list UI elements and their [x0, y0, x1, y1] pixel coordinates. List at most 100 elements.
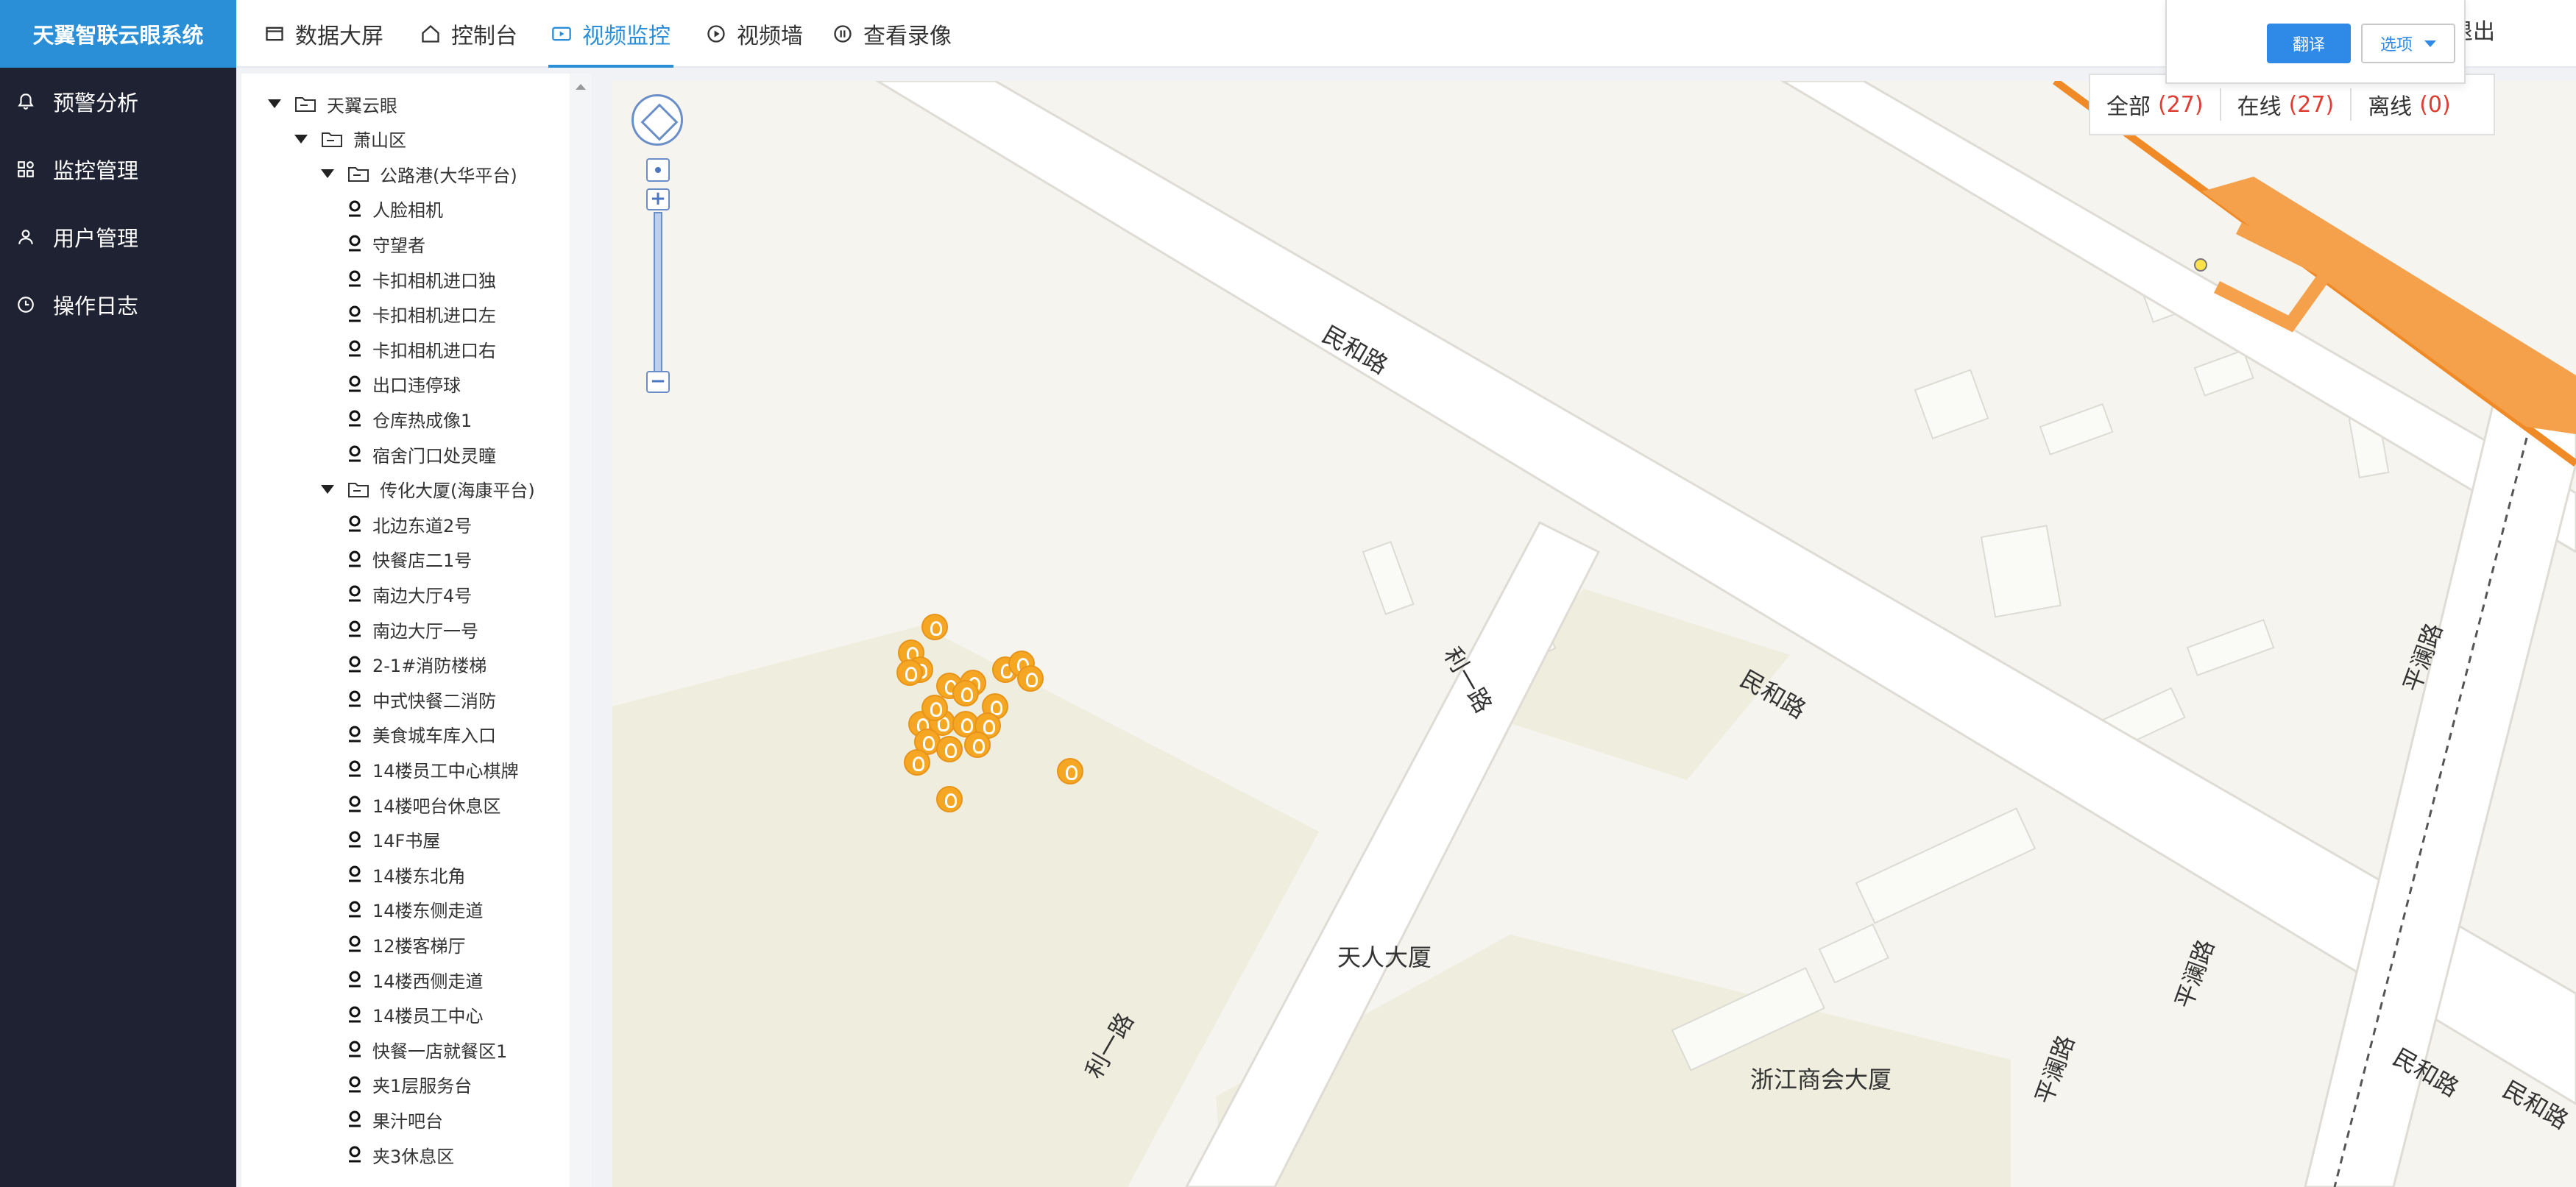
tree-node-label: 出口违停球: [372, 375, 461, 397]
tree-node-camera[interactable]: 守望者: [347, 229, 425, 258]
tree-node-label: 14楼员工中心: [372, 1006, 484, 1027]
tree-node-camera[interactable]: 快餐一店就餐区1: [347, 1035, 507, 1064]
nav-item-monitor-management[interactable]: 监控管理: [0, 135, 236, 203]
scroll-up-icon[interactable]: [576, 84, 586, 90]
tab-label: 控制台: [451, 24, 517, 49]
nav-item-operation-log[interactable]: 操作日志: [0, 271, 236, 339]
stat-count: (27): [2158, 91, 2204, 118]
camera-marker-icon[interactable]: [936, 786, 963, 812]
tree-node-camera[interactable]: 14楼员工中心棋牌: [347, 754, 519, 784]
tree-node-group[interactable]: 公路港(大华平台): [321, 159, 517, 188]
tree-scrollbar[interactable]: [570, 74, 592, 1187]
tree-node-camera[interactable]: 14楼吧台休息区: [347, 790, 501, 819]
camera-node-icon: [347, 690, 362, 709]
translate-button[interactable]: 翻译: [2267, 24, 2351, 63]
tree-node-camera[interactable]: 夹1层服务台: [347, 1070, 472, 1099]
camera-marker-icon[interactable]: [964, 731, 991, 758]
caret-down-icon[interactable]: [268, 99, 281, 108]
tree-node-group[interactable]: 传化大厦(海康平台): [321, 475, 535, 504]
caret-down-icon[interactable]: [321, 484, 334, 494]
camera-marker-icon[interactable]: [904, 749, 930, 776]
camera-node-icon: [347, 269, 362, 288]
tree-node-camera[interactable]: 美食城车库入口: [347, 720, 496, 749]
folder-icon: [294, 95, 316, 113]
stat-online[interactable]: 在线 (27): [2219, 88, 2351, 121]
camera-node-icon: [347, 234, 362, 253]
tree-node-camera[interactable]: 14楼东北角: [347, 860, 466, 889]
tree-node-label: 守望者: [372, 235, 425, 256]
tree-node-label: 14楼吧台休息区: [372, 796, 501, 817]
tree-node-label: 天翼云眼: [327, 95, 397, 116]
tab-label: 查看录像: [863, 24, 952, 49]
zoom-slider[interactable]: [654, 212, 662, 374]
stat-all[interactable]: 全部 (27): [2090, 88, 2220, 121]
clock-icon: [16, 295, 35, 314]
tree-node-camera[interactable]: 南边大厅4号: [347, 579, 472, 609]
tree-node-district[interactable]: 萧山区: [294, 124, 406, 154]
tree-node-camera[interactable]: 卡扣相机进口右: [347, 334, 496, 364]
map-view[interactable]: 民和路 民和路 民和路 民和路 利一路 利一路 平澜路 平澜路 平澜路 天人大厦…: [612, 81, 2576, 1187]
camera-marker-icon[interactable]: [896, 659, 923, 686]
tab-video-wall[interactable]: 视频墙: [706, 0, 803, 68]
tree-node-camera[interactable]: 北边东道2号: [347, 509, 472, 539]
tree-node-label: 北边东道2号: [372, 515, 473, 536]
tree-node-camera[interactable]: 14楼员工中心: [347, 1000, 484, 1030]
tree-node-camera[interactable]: 快餐店二1号: [347, 545, 472, 574]
nav-item-label: 操作日志: [53, 294, 139, 319]
tree-node-camera[interactable]: 出口违停球: [347, 369, 461, 399]
tab-data-screen[interactable]: 数据大屏: [264, 0, 383, 68]
tree-node-camera[interactable]: 14楼西侧走道: [347, 965, 484, 994]
tree-node-camera[interactable]: 12楼客梯厅: [347, 929, 466, 959]
tab-console[interactable]: 控制台: [420, 0, 517, 68]
camera-marker-icon[interactable]: [936, 736, 963, 762]
translate-popup: 翻译 选项: [2165, 0, 2466, 84]
options-dropdown[interactable]: 选项: [2361, 24, 2455, 63]
camera-node-icon: [347, 655, 362, 674]
camera-node-icon: [347, 550, 362, 569]
tab-video-monitor[interactable]: 视频监控: [548, 0, 673, 68]
tree-node-root[interactable]: 天翼云眼: [268, 89, 397, 118]
camera-marker-icon[interactable]: [1017, 665, 1044, 692]
caret-down-icon[interactable]: [294, 134, 308, 143]
app-title: 天翼智联云眼系统: [0, 0, 236, 68]
camera-marker-icon[interactable]: [1057, 758, 1083, 784]
tree-node-camera[interactable]: 仓库热成像1: [347, 404, 472, 433]
tree-node-camera[interactable]: 卡扣相机进口左: [347, 300, 496, 329]
tree-node-camera[interactable]: 14楼东侧走道: [347, 895, 484, 924]
tree-node-camera[interactable]: 中式快餐二消防: [347, 684, 496, 714]
tree-node-camera[interactable]: 夹3休息区: [347, 1140, 454, 1169]
tree-node-label: 宿舍门口处灵瞳: [372, 445, 496, 467]
camera-node-icon: [347, 725, 362, 744]
zoom-out-button[interactable]: −: [646, 371, 670, 393]
nav-item-alert-analysis[interactable]: 预警分析: [0, 68, 236, 135]
tree-node-camera[interactable]: 卡扣相机进口独: [347, 264, 496, 294]
tree-node-camera[interactable]: 人脸相机: [347, 194, 443, 224]
tree-node-camera[interactable]: 宿舍门口处灵瞳: [347, 439, 496, 469]
tree-node-label: 夹3休息区: [372, 1146, 455, 1167]
tab-view-recording[interactable]: 查看录像: [832, 0, 952, 68]
tree-node-camera[interactable]: 2-1#消防楼梯: [347, 650, 486, 679]
tree-node-label: 卡扣相机进口左: [372, 305, 496, 327]
camera-marker-icon[interactable]: [952, 680, 979, 706]
nav-item-user-management[interactable]: 用户管理: [0, 203, 236, 271]
stat-offline[interactable]: 离线 (0): [2350, 88, 2467, 121]
caret-down-icon[interactable]: [321, 169, 334, 179]
chevron-down-icon: [2424, 40, 2436, 47]
folder-icon: [347, 481, 369, 498]
play-icon: [706, 24, 726, 44]
tree-node-camera[interactable]: 果汁吧台: [347, 1105, 443, 1134]
pan-control[interactable]: [631, 94, 683, 146]
building-label: 天人大厦: [1337, 943, 1432, 971]
stat-label: 离线: [2368, 94, 2413, 120]
map-base: [612, 81, 2576, 1187]
user-icon: [16, 227, 35, 247]
tree-node-label: 夹1层服务台: [372, 1076, 473, 1097]
camera-node-icon: [347, 795, 362, 814]
tree-node-camera[interactable]: 14F书屋: [347, 825, 440, 854]
locate-button[interactable]: [646, 158, 670, 182]
zoom-in-button[interactable]: +: [646, 188, 670, 210]
camera-node-icon: [347, 409, 362, 428]
tree-node-camera[interactable]: 南边大厅一号: [347, 614, 478, 644]
camera-marker-icon[interactable]: [921, 695, 948, 721]
camera-marker-icon[interactable]: [921, 614, 948, 640]
